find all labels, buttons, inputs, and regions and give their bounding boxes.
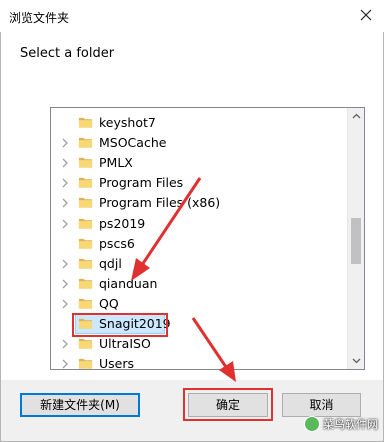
folder-icon: [78, 158, 93, 168]
folder-icon: [78, 137, 93, 148]
folder-icon: [78, 117, 93, 128]
chevron-up-icon: [352, 113, 361, 119]
folder-icon: [78, 359, 93, 369]
close-button[interactable]: [356, 5, 376, 25]
tree-item-label: UltraISO: [99, 336, 151, 352]
tree-item-label: pscs6: [99, 235, 135, 251]
chevron-down-icon: [352, 358, 361, 364]
tree-item-label: ps2019: [99, 215, 146, 231]
tree-item[interactable]: qdjl: [51, 254, 347, 274]
scroll-down-button[interactable]: [348, 352, 364, 369]
folder-icon: [78, 238, 93, 249]
title-bar: 浏览文件夹: [0, 0, 384, 32]
tree-item[interactable]: Users: [51, 354, 347, 370]
tree-item-label: qianduan: [99, 275, 158, 291]
folder-icon: [78, 178, 93, 188]
tree-item[interactable]: PMLX: [51, 153, 347, 173]
chevron-right-icon[interactable]: [61, 359, 69, 369]
folder-icon: [78, 218, 93, 229]
tree-item[interactable]: keyshot7: [51, 113, 347, 133]
watermark-logo-icon: [304, 416, 320, 432]
tree-item-label: Program Files: [99, 175, 184, 191]
tree-item-label: qdjl: [99, 255, 122, 271]
tree-item[interactable]: MSOCache: [51, 133, 347, 153]
folder-icon: [78, 198, 93, 209]
chevron-right-icon[interactable]: [61, 178, 69, 188]
tree-item-label: PMLX: [99, 155, 133, 171]
ok-button[interactable]: 确定: [188, 393, 268, 417]
chevron-right-icon[interactable]: [61, 259, 69, 269]
tree-item-label: Users: [99, 356, 135, 370]
chevron-right-icon[interactable]: [61, 279, 69, 289]
folder-icon: [78, 298, 93, 309]
tree-item[interactable]: qianduan: [51, 274, 347, 294]
cancel-button[interactable]: 取消: [282, 393, 361, 417]
scroll-thumb[interactable]: [351, 218, 361, 264]
folder-tree[interactable]: Users UltraISO Snagit2019 QQ qianduan qdjl psc…: [50, 107, 365, 370]
chevron-right-icon[interactable]: [61, 138, 69, 148]
tree-item[interactable]: Program Files (x86): [51, 193, 347, 213]
chevron-right-icon[interactable]: [61, 339, 69, 349]
tree-item-label: MSOCache: [99, 135, 167, 151]
folder-icon: [78, 278, 93, 289]
tree-item[interactable]: Program Files: [51, 173, 347, 193]
tree-scrollbar[interactable]: [347, 108, 364, 369]
tree-item-label: Snagit2019: [99, 316, 171, 331]
tree-item-label: Program Files (x86): [99, 195, 221, 211]
window-title: 浏览文件夹: [9, 11, 70, 25]
tree-item[interactable]: Snagit2019: [51, 313, 347, 334]
dialog-prompt: Select a folder: [20, 46, 115, 61]
tree-item[interactable]: UltraISO: [51, 334, 347, 354]
watermark-text: 菜鸟软件网: [323, 418, 378, 431]
new-folder-button[interactable]: 新建文件夹(M): [20, 393, 140, 417]
chevron-right-icon[interactable]: [61, 299, 69, 309]
scroll-up-button[interactable]: [348, 108, 364, 125]
watermark: 菜鸟软件网: [304, 416, 378, 432]
chevron-right-icon[interactable]: [61, 198, 69, 208]
tree-item[interactable]: QQ: [51, 294, 347, 314]
close-icon: [360, 9, 372, 21]
tree-item-label: keyshot7: [99, 115, 156, 130]
tree-item-label: QQ: [99, 295, 119, 311]
folder-icon: [78, 338, 93, 349]
tree-item[interactable]: pscs6: [51, 234, 347, 254]
chevron-right-icon[interactable]: [61, 158, 69, 168]
chevron-right-icon[interactable]: [61, 219, 69, 229]
folder-icon: [78, 258, 93, 269]
tree-item[interactable]: ps2019: [51, 214, 347, 234]
folder-icon: [78, 318, 93, 329]
